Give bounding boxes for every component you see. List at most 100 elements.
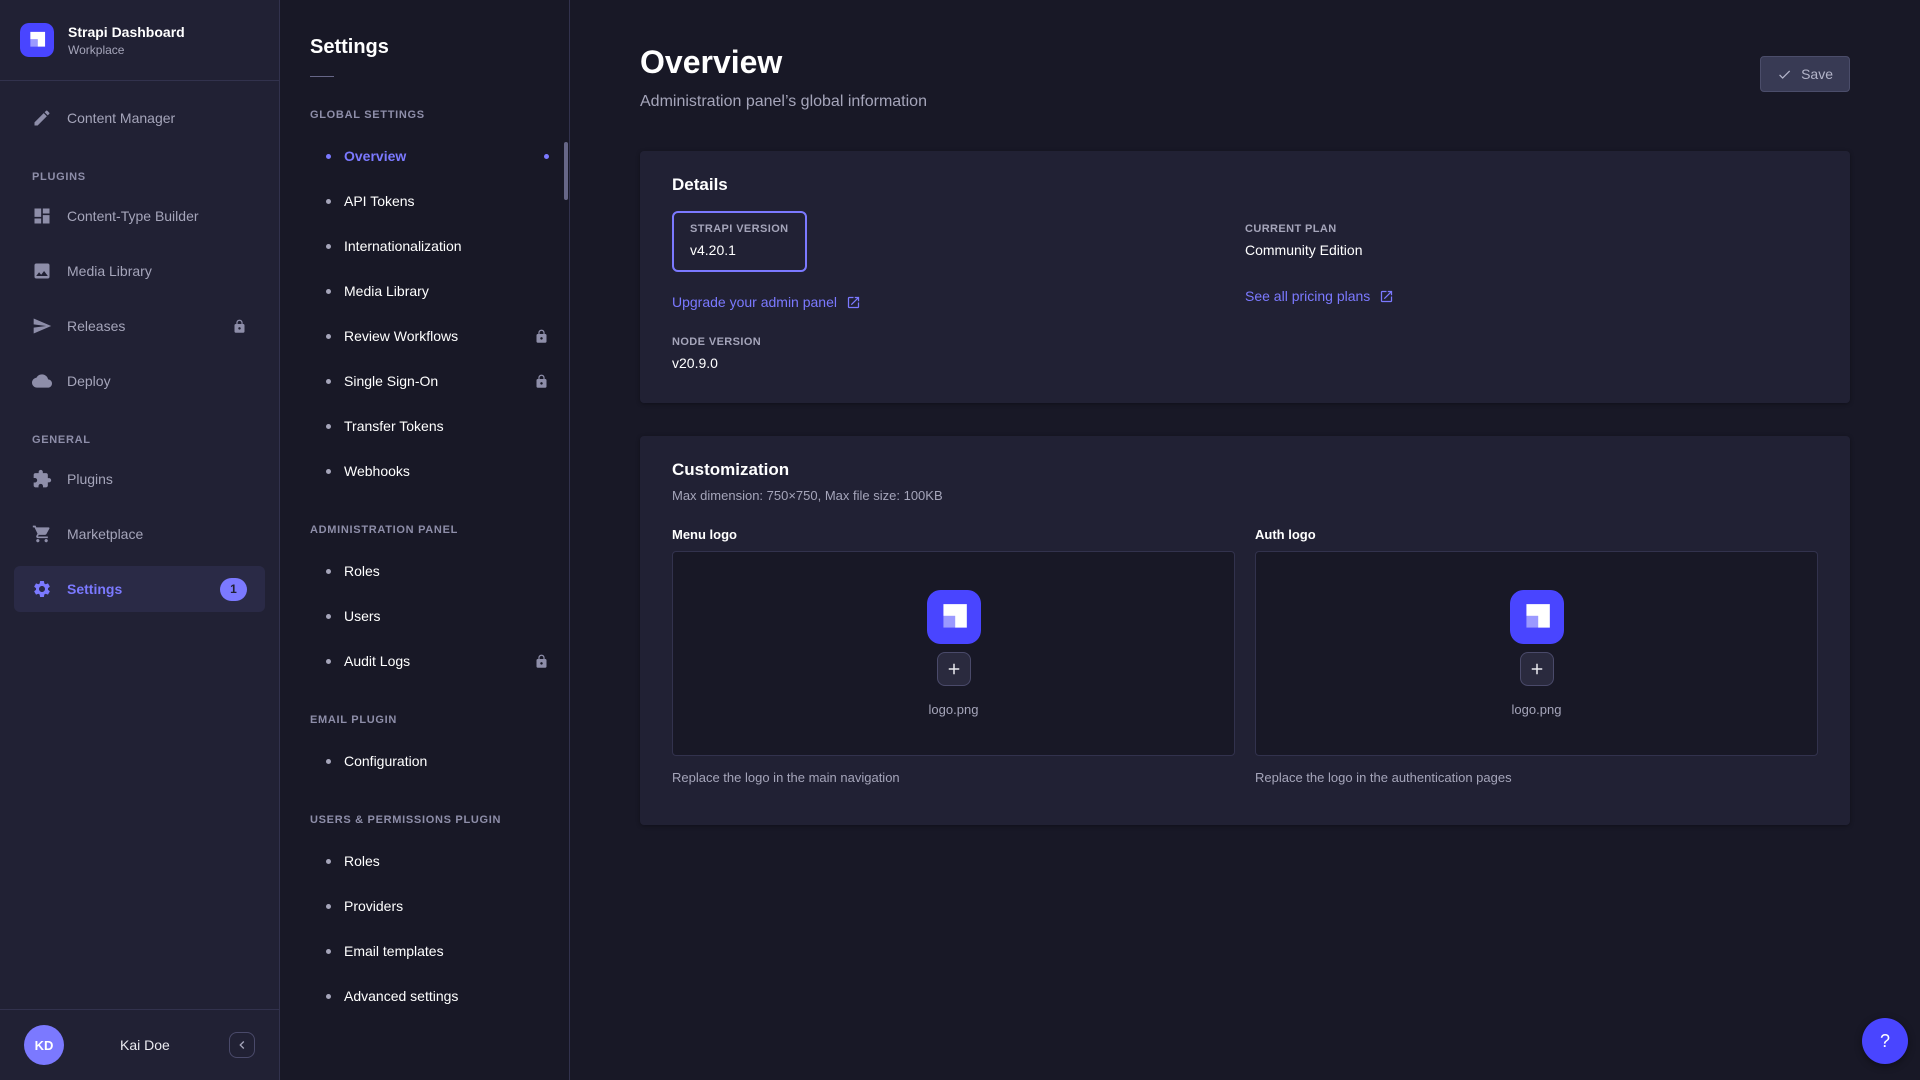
plus-icon xyxy=(1528,660,1546,678)
main-content: Overview Administration panel’s global i… xyxy=(570,0,1920,1080)
nav-item-label: Media Library xyxy=(67,263,152,279)
auth-logo-label: Auth logo xyxy=(1255,527,1818,542)
subnav-item-overview[interactable]: Overview xyxy=(280,135,569,177)
add-auth-logo-button[interactable] xyxy=(1520,652,1554,686)
nav-item-content-manager[interactable]: Content Manager xyxy=(14,95,265,141)
gear-icon xyxy=(32,579,52,599)
workspace-title: Strapi Dashboard xyxy=(68,24,185,40)
subnav-item-advanced-settings[interactable]: Advanced settings xyxy=(280,975,569,1017)
bullet-icon xyxy=(326,994,331,999)
add-menu-logo-button[interactable] xyxy=(937,652,971,686)
cloud-icon xyxy=(32,371,52,391)
details-left-column: STRAPI VERSION v4.20.1 Upgrade your admi… xyxy=(672,211,1245,371)
check-icon xyxy=(1777,67,1792,82)
subnav-item-providers[interactable]: Providers xyxy=(280,885,569,927)
auth-logo-field: Auth logo logo.png Replace the logo in t… xyxy=(1255,527,1818,785)
nav-item-media-library[interactable]: Media Library xyxy=(14,248,265,294)
nav-item-label: Plugins xyxy=(67,471,113,487)
avatar[interactable]: KD xyxy=(24,1025,64,1065)
nav-item-marketplace[interactable]: Marketplace xyxy=(14,511,265,557)
nav-item-plugins[interactable]: Plugins xyxy=(14,456,265,502)
user-name: Kai Doe xyxy=(120,1037,170,1053)
nav-item-content-type-builder[interactable]: Content-Type Builder xyxy=(14,193,265,239)
subnav-section-administration-panel: ADMINISTRATION PANEL xyxy=(310,524,569,536)
bullet-icon xyxy=(326,859,331,864)
details-title: Details xyxy=(672,175,1818,195)
subnav-item-api-tokens[interactable]: API Tokens xyxy=(280,180,569,222)
customization-subtitle: Max dimension: 750×750, Max file size: 1… xyxy=(672,488,1818,503)
save-button[interactable]: Save xyxy=(1760,56,1850,92)
menu-logo-label: Menu logo xyxy=(672,527,1235,542)
collapse-sidebar-button[interactable] xyxy=(229,1032,255,1058)
subnav-item-admin-users[interactable]: Users xyxy=(280,595,569,637)
menu-logo-dropzone[interactable]: logo.png xyxy=(672,551,1235,756)
nav-section-general: GENERAL xyxy=(32,434,265,446)
menu-logo-field: Menu logo logo.png Replace the logo in t… xyxy=(672,527,1235,785)
subnav-section-email-plugin: EMAIL PLUGIN xyxy=(310,714,569,726)
upgrade-admin-panel-link[interactable]: Upgrade your admin panel xyxy=(672,294,861,310)
nav-item-releases[interactable]: Releases xyxy=(14,303,265,349)
pricing-plans-link[interactable]: See all pricing plans xyxy=(1245,288,1394,304)
customization-title: Customization xyxy=(672,460,1818,480)
lock-icon xyxy=(232,319,247,334)
chevron-left-icon xyxy=(234,1037,250,1053)
subnav-section-global-settings: GLOBAL SETTINGS xyxy=(310,109,569,121)
menu-logo-caption: Replace the logo in the main navigation xyxy=(672,770,1235,785)
brand-text: Strapi Dashboard Workplace xyxy=(68,24,185,57)
auth-logo-caption: Replace the logo in the authentication p… xyxy=(1255,770,1818,785)
subnav-item-transfer-tokens[interactable]: Transfer Tokens xyxy=(280,405,569,447)
image-icon xyxy=(32,261,52,281)
bullet-icon xyxy=(326,904,331,909)
auth-logo-dropzone[interactable]: logo.png xyxy=(1255,551,1818,756)
node-version-value: v20.9.0 xyxy=(672,355,1245,371)
bullet-icon xyxy=(326,154,331,159)
help-button[interactable]: ? xyxy=(1862,1018,1908,1064)
lock-icon xyxy=(534,329,549,344)
bullet-icon xyxy=(326,569,331,574)
bullet-icon xyxy=(326,949,331,954)
subnav-scrollbar-thumb[interactable] xyxy=(564,142,568,200)
main-nav: Strapi Dashboard Workplace Content Manag… xyxy=(0,0,280,1080)
app-root: Strapi Dashboard Workplace Content Manag… xyxy=(0,0,1920,1080)
bullet-icon xyxy=(326,469,331,474)
subnav-item-review-workflows[interactable]: Review Workflows xyxy=(280,315,569,357)
strapi-version-label: STRAPI VERSION xyxy=(690,223,789,235)
external-link-icon xyxy=(1379,289,1394,304)
nav-item-label: Content-Type Builder xyxy=(67,208,199,224)
lock-icon xyxy=(534,654,549,669)
bullet-icon xyxy=(326,659,331,664)
current-plan-block: CURRENT PLAN Community Edition xyxy=(1245,211,1818,258)
menu-logo-filename: logo.png xyxy=(929,702,979,717)
page-title: Overview xyxy=(640,44,927,81)
subnav-item-webhooks[interactable]: Webhooks xyxy=(280,450,569,492)
external-link-icon xyxy=(846,295,861,310)
bullet-icon xyxy=(326,244,331,249)
strapi-logo-icon xyxy=(1510,590,1564,644)
subnav-item-media-library[interactable]: Media Library xyxy=(280,270,569,312)
subnav-item-internationalization[interactable]: Internationalization xyxy=(280,225,569,267)
nav-item-settings[interactable]: Settings 1 xyxy=(14,566,265,612)
bullet-icon xyxy=(326,424,331,429)
current-plan-value: Community Edition xyxy=(1245,242,1818,258)
nav-item-deploy[interactable]: Deploy xyxy=(14,358,265,404)
sub-nav-divider xyxy=(310,76,334,77)
subnav-item-single-sign-on[interactable]: Single Sign-On xyxy=(280,360,569,402)
lock-icon xyxy=(534,374,549,389)
nav-item-label: Deploy xyxy=(67,373,111,389)
layout-icon xyxy=(32,206,52,226)
strapi-logo-icon xyxy=(20,23,54,57)
bullet-icon xyxy=(326,199,331,204)
nav-item-label: Marketplace xyxy=(67,526,143,542)
nav-item-label: Settings xyxy=(67,581,122,597)
bullet-icon xyxy=(326,379,331,384)
details-grid: STRAPI VERSION v4.20.1 Upgrade your admi… xyxy=(672,211,1818,371)
subnav-item-email-templates[interactable]: Email templates xyxy=(280,930,569,972)
subnav-item-admin-roles[interactable]: Roles xyxy=(280,550,569,592)
subnav-item-configuration[interactable]: Configuration xyxy=(280,740,569,782)
subnav-item-up-roles[interactable]: Roles xyxy=(280,840,569,882)
bullet-icon xyxy=(326,334,331,339)
workspace-switcher[interactable]: Strapi Dashboard Workplace xyxy=(0,0,279,81)
strapi-version-box: STRAPI VERSION v4.20.1 xyxy=(672,211,807,272)
subnav-item-audit-logs[interactable]: Audit Logs xyxy=(280,640,569,682)
nav-item-label: Releases xyxy=(67,318,125,334)
